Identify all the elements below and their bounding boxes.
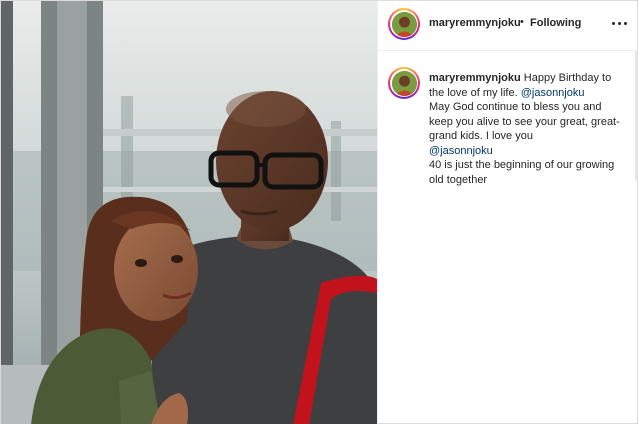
separator-dot: •: [520, 16, 524, 28]
caption-avatar[interactable]: [388, 67, 420, 99]
following-button[interactable]: Following: [530, 17, 581, 29]
mention-link[interactable]: @jasonnjoku: [521, 87, 585, 99]
caption-text-end: 40 is just the beginning of our growing …: [429, 159, 615, 186]
more-horizontal-icon[interactable]: [611, 14, 629, 32]
instagram-post: maryremmynjoku • Following maryremmynjok…: [0, 0, 638, 424]
author-avatar[interactable]: [388, 8, 420, 40]
post-sidebar: maryremmynjoku • Following maryremmynjok…: [377, 1, 638, 424]
author-username[interactable]: maryremmynjoku: [429, 17, 521, 29]
caption-text: maryremmynjoku Happy Birthday to the lov…: [429, 71, 621, 187]
caption-text-middle: May God continue to bless you and keep y…: [429, 101, 620, 142]
post-header: maryremmynjoku • Following: [378, 1, 638, 51]
caption-username[interactable]: maryremmynjoku: [429, 72, 521, 84]
post-photo[interactable]: [1, 1, 377, 424]
mention-link[interactable]: @jasonnjoku: [429, 144, 621, 159]
